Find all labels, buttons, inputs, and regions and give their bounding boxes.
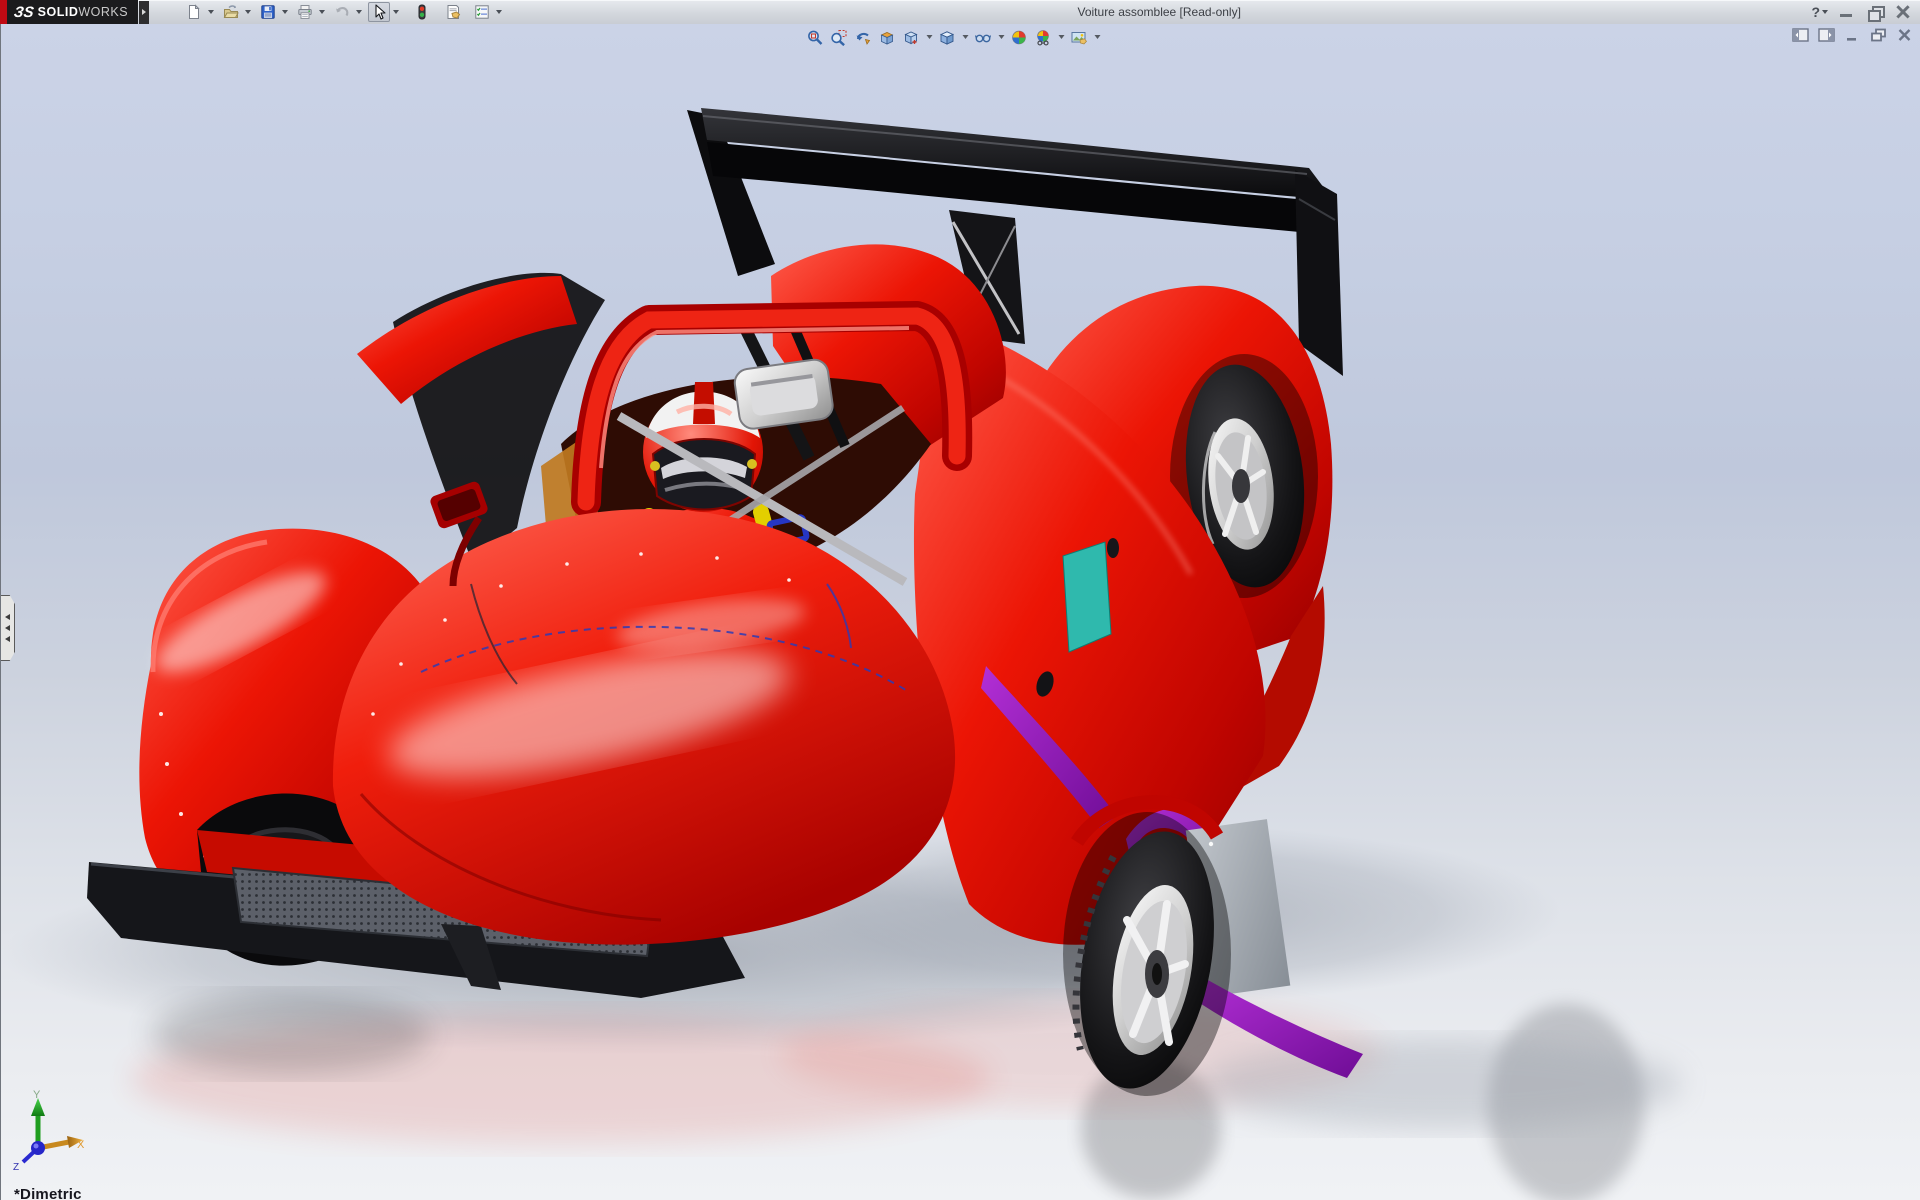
open-folder-icon	[223, 4, 239, 20]
section-view-button[interactable]	[877, 27, 898, 47]
graphics-area[interactable]: Y X Z *Dimetric	[0, 24, 1920, 1200]
new-dropdown-arrow[interactable]	[206, 2, 215, 22]
view-orientation-dropdown-arrow[interactable]	[925, 27, 934, 47]
edit-appearance-beachball-icon	[1011, 29, 1028, 46]
zoom-to-area-icon	[831, 29, 848, 46]
select-cursor-icon	[371, 4, 387, 20]
print-icon	[297, 4, 313, 20]
solidworks-wordmark: SOLIDWORKS	[38, 5, 128, 19]
restore-button[interactable]	[1866, 5, 1884, 19]
display-style-icon	[939, 29, 956, 46]
standard-toolbar	[183, 2, 507, 22]
view-orientation-button[interactable]	[901, 27, 922, 47]
undo-icon	[334, 4, 350, 20]
save-floppy-icon	[260, 4, 276, 20]
triad-y-label: Y	[33, 1089, 41, 1101]
next-pane-icon	[1818, 28, 1835, 42]
options-dropdown-arrow[interactable]	[494, 2, 503, 22]
ds-logo-mark: ЗS	[13, 4, 35, 21]
document-close-icon	[1896, 28, 1913, 42]
options-button[interactable]	[471, 2, 493, 22]
rebuild-button[interactable]	[411, 2, 433, 22]
hide-show-items-glasses-icon	[975, 29, 992, 46]
solidworks-logo: ЗS SOLIDWORKS	[0, 0, 138, 24]
help-button[interactable]: ?	[1811, 4, 1828, 20]
zoom-to-fit-button[interactable]	[805, 27, 826, 47]
close-icon	[1894, 4, 1912, 20]
undo-button[interactable]	[331, 2, 353, 22]
file-properties-button[interactable]	[442, 2, 464, 22]
new-button[interactable]	[183, 2, 205, 22]
section-view-icon	[879, 29, 896, 46]
featuremanager-splitter-tab[interactable]	[1, 595, 15, 661]
3d-model-render	[1, 24, 1920, 1200]
view-orientation-label: *Dimetric	[14, 1186, 82, 1200]
hide-show-items-button[interactable]	[973, 27, 994, 47]
options-icon	[474, 4, 490, 20]
solidworks-window: ЗS SOLIDWORKS	[0, 0, 1920, 1200]
document-close-button[interactable]	[1896, 28, 1913, 42]
window-controls: ?	[1811, 4, 1912, 20]
collapse-left-icon	[5, 614, 10, 620]
document-minimize-button[interactable]	[1844, 28, 1861, 42]
collapse-left-icon	[5, 625, 10, 631]
next-pane-button[interactable]	[1818, 28, 1835, 42]
select-dropdown-arrow[interactable]	[391, 2, 400, 22]
save-button[interactable]	[257, 2, 279, 22]
view-settings-icon	[1071, 29, 1088, 46]
triad-z-label: Z	[13, 1162, 19, 1172]
close-button[interactable]	[1894, 5, 1912, 19]
hide-show-items-dropdown-arrow[interactable]	[997, 27, 1006, 47]
view-orientation-icon	[903, 29, 920, 46]
previous-view-icon	[855, 29, 872, 46]
new-document-icon	[186, 4, 202, 20]
minimize-button[interactable]	[1838, 5, 1856, 19]
title-bar: ЗS SOLIDWORKS	[0, 0, 1920, 25]
document-minimize-icon	[1844, 28, 1861, 42]
select-button[interactable]	[368, 2, 390, 22]
previous-view-button[interactable]	[853, 27, 874, 47]
collapse-left-icon	[5, 636, 10, 642]
display-style-button[interactable]	[937, 27, 958, 47]
menu-expand-button[interactable]	[139, 0, 149, 24]
view-settings-button[interactable]	[1069, 27, 1090, 47]
mirror-scoop	[733, 358, 834, 430]
rebuild-trafficlight-icon	[414, 4, 430, 20]
open-dropdown-arrow[interactable]	[243, 2, 252, 22]
hood	[333, 509, 955, 945]
print-button[interactable]	[294, 2, 316, 22]
apply-scene-button[interactable]	[1033, 27, 1054, 47]
help-dropdown-arrow	[1822, 10, 1828, 14]
logo-red-accent	[0, 0, 7, 24]
open-button[interactable]	[220, 2, 242, 22]
display-style-dropdown-arrow[interactable]	[961, 27, 970, 47]
previous-pane-icon	[1792, 28, 1809, 42]
zoom-to-area-button[interactable]	[829, 27, 850, 47]
reference-triad: Y X Z	[7, 1086, 93, 1172]
document-restore-icon	[1870, 28, 1887, 42]
print-dropdown-arrow[interactable]	[317, 2, 326, 22]
document-title: Voiture assomblee [Read-only]	[507, 5, 1811, 19]
file-properties-icon	[445, 4, 461, 20]
apply-scene-icon	[1035, 29, 1052, 46]
save-dropdown-arrow[interactable]	[280, 2, 289, 22]
apply-scene-dropdown-arrow[interactable]	[1057, 27, 1066, 47]
headsup-view-toolbar	[805, 27, 1102, 47]
edit-appearance-button[interactable]	[1009, 27, 1030, 47]
zoom-to-fit-icon	[807, 29, 824, 46]
document-window-controls	[1792, 28, 1913, 42]
previous-pane-button[interactable]	[1792, 28, 1809, 42]
triad-x-label: X	[77, 1139, 85, 1151]
document-restore-button[interactable]	[1870, 28, 1887, 42]
view-settings-dropdown-arrow[interactable]	[1093, 27, 1102, 47]
undo-dropdown-arrow[interactable]	[354, 2, 363, 22]
